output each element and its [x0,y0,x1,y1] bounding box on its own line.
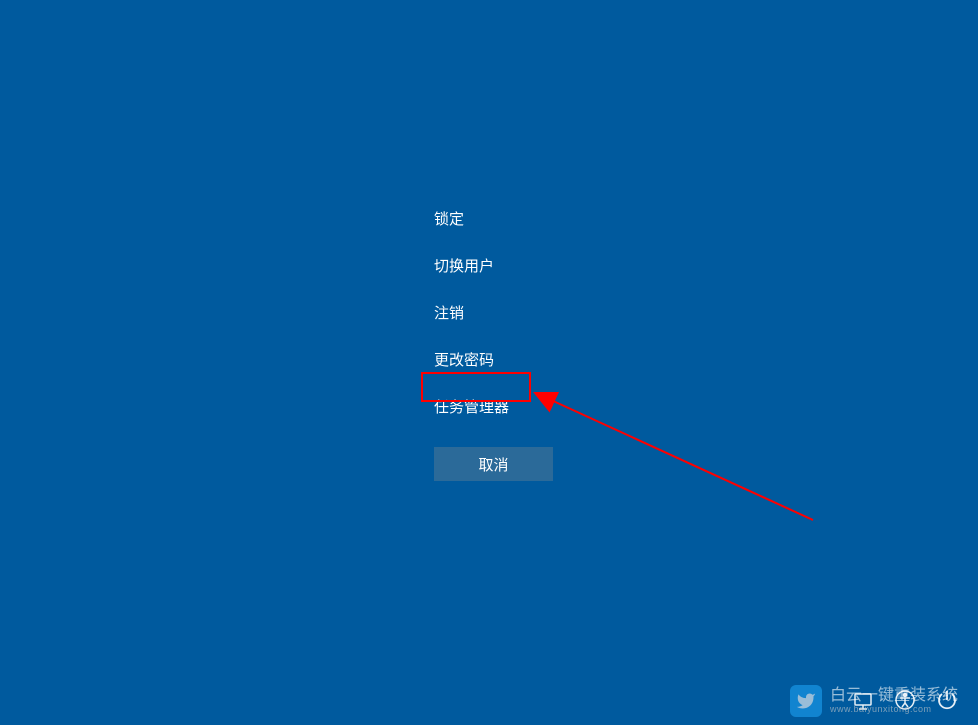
task-manager-option[interactable]: 任务管理器 [434,383,509,430]
lock-option[interactable]: 锁定 [434,195,509,242]
annotation-arrow [533,392,823,532]
bottom-icons-container [852,689,958,711]
change-password-option[interactable]: 更改密码 [434,336,509,383]
ease-of-access-icon[interactable] [894,689,916,711]
watermark-logo-icon [790,685,822,717]
power-icon[interactable] [936,689,958,711]
cancel-button[interactable]: 取消 [434,447,553,481]
security-options-menu: 锁定 切换用户 注销 更改密码 任务管理器 [434,195,509,430]
switch-user-option[interactable]: 切换用户 [434,242,509,289]
network-icon[interactable] [852,689,874,711]
sign-out-option[interactable]: 注销 [434,289,509,336]
